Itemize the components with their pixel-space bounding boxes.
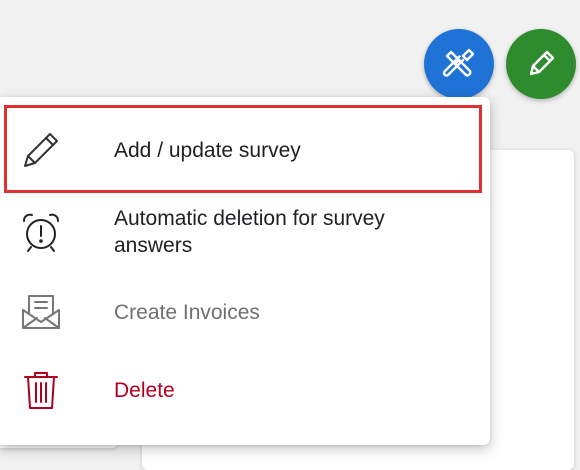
pencil-icon bbox=[18, 127, 64, 173]
menu-item-label: Delete bbox=[114, 378, 175, 402]
menu-item-label: Create Invoices bbox=[114, 300, 260, 324]
envelope-invoice-icon bbox=[18, 289, 64, 335]
menu-item-add-update-survey[interactable]: Add / update survey bbox=[0, 105, 490, 195]
menu-item-label: Automatic deletion for survey answers bbox=[114, 207, 385, 257]
alarm-clock-icon bbox=[18, 209, 64, 255]
edit-button[interactable] bbox=[506, 29, 576, 99]
menu-item-create-invoices[interactable]: Create Invoices bbox=[0, 277, 490, 347]
tools-button[interactable] bbox=[424, 29, 494, 99]
menu-item-label: Add / update survey bbox=[114, 138, 301, 162]
menu-item-automatic-deletion[interactable]: Automatic deletion for survey answers bbox=[0, 197, 490, 267]
menu-item-delete[interactable]: Delete bbox=[0, 355, 490, 425]
pencil-icon bbox=[523, 46, 559, 82]
actions-menu: Add / update survey Automatic deletion f… bbox=[0, 97, 490, 445]
trash-icon bbox=[18, 367, 64, 413]
tools-icon bbox=[439, 44, 479, 84]
